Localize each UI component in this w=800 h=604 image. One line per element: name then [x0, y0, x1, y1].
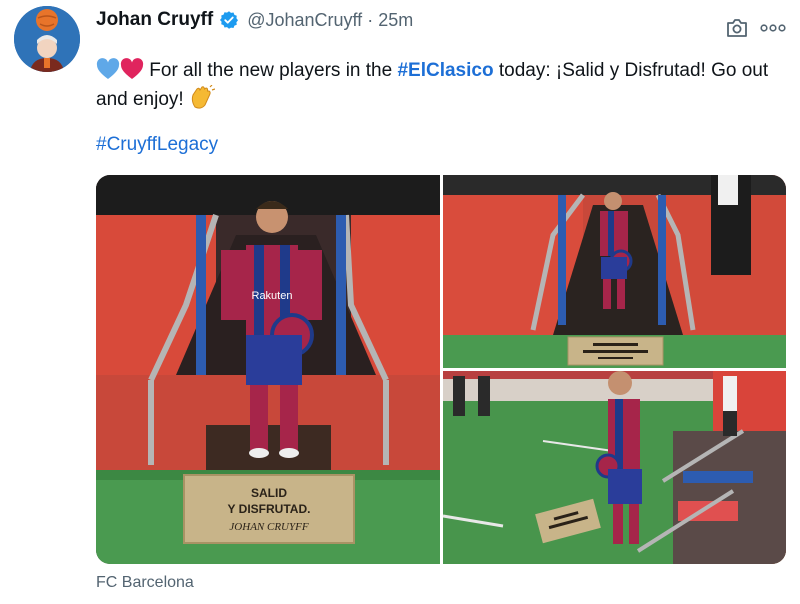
blue-heart-icon	[96, 58, 120, 79]
clapping-hands-icon	[191, 85, 215, 109]
hashtag-elclasico-link[interactable]: #ElClasico	[397, 60, 493, 81]
camera-icon[interactable]	[726, 18, 748, 38]
mat-line2-text: Y DISFRUTAD.	[228, 502, 311, 516]
tweet-text: For all the new players in the #ElClasic…	[96, 56, 786, 114]
hashtag-cruyfflegacy-link[interactable]: #CruyffLegacy	[96, 134, 218, 156]
mat-signature-text: JOHAN CRUYFF	[229, 521, 308, 533]
photo-player-stairs[interactable]	[443, 175, 786, 368]
separator-dot: ·	[367, 9, 374, 30]
photo-image	[443, 371, 786, 564]
mat-line1-text: SALID	[251, 486, 287, 500]
avatar[interactable]	[14, 6, 80, 72]
red-heart-icon	[120, 58, 144, 79]
shirt-sponsor-text: Rakuten	[252, 290, 293, 302]
more-options-icon[interactable]	[760, 18, 786, 38]
verified-badge-icon	[220, 11, 239, 29]
tweet-text-before: For all the new players in the	[149, 60, 398, 81]
photo-image: Rakuten SALID Y DISFRUTAD. JOHAN CRUYFF	[96, 175, 440, 564]
tweet-timestamp[interactable]: 25m	[378, 10, 413, 31]
avatar-image	[14, 6, 80, 72]
author-handle[interactable]: @JohanCruyff	[247, 10, 362, 31]
tweet-header: Johan Cruyff @JohanCruyff · 25m	[96, 8, 413, 32]
author-name[interactable]: Johan Cruyff	[96, 9, 213, 31]
photo-player-tunnel[interactable]: Rakuten SALID Y DISFRUTAD. JOHAN CRUYFF	[96, 175, 440, 564]
media-source-label[interactable]: FC Barcelona	[96, 574, 194, 592]
media-grid: Rakuten SALID Y DISFRUTAD. JOHAN CRUYFF	[96, 175, 786, 564]
photo-player-pitch[interactable]	[443, 371, 786, 564]
photo-image	[443, 175, 786, 368]
